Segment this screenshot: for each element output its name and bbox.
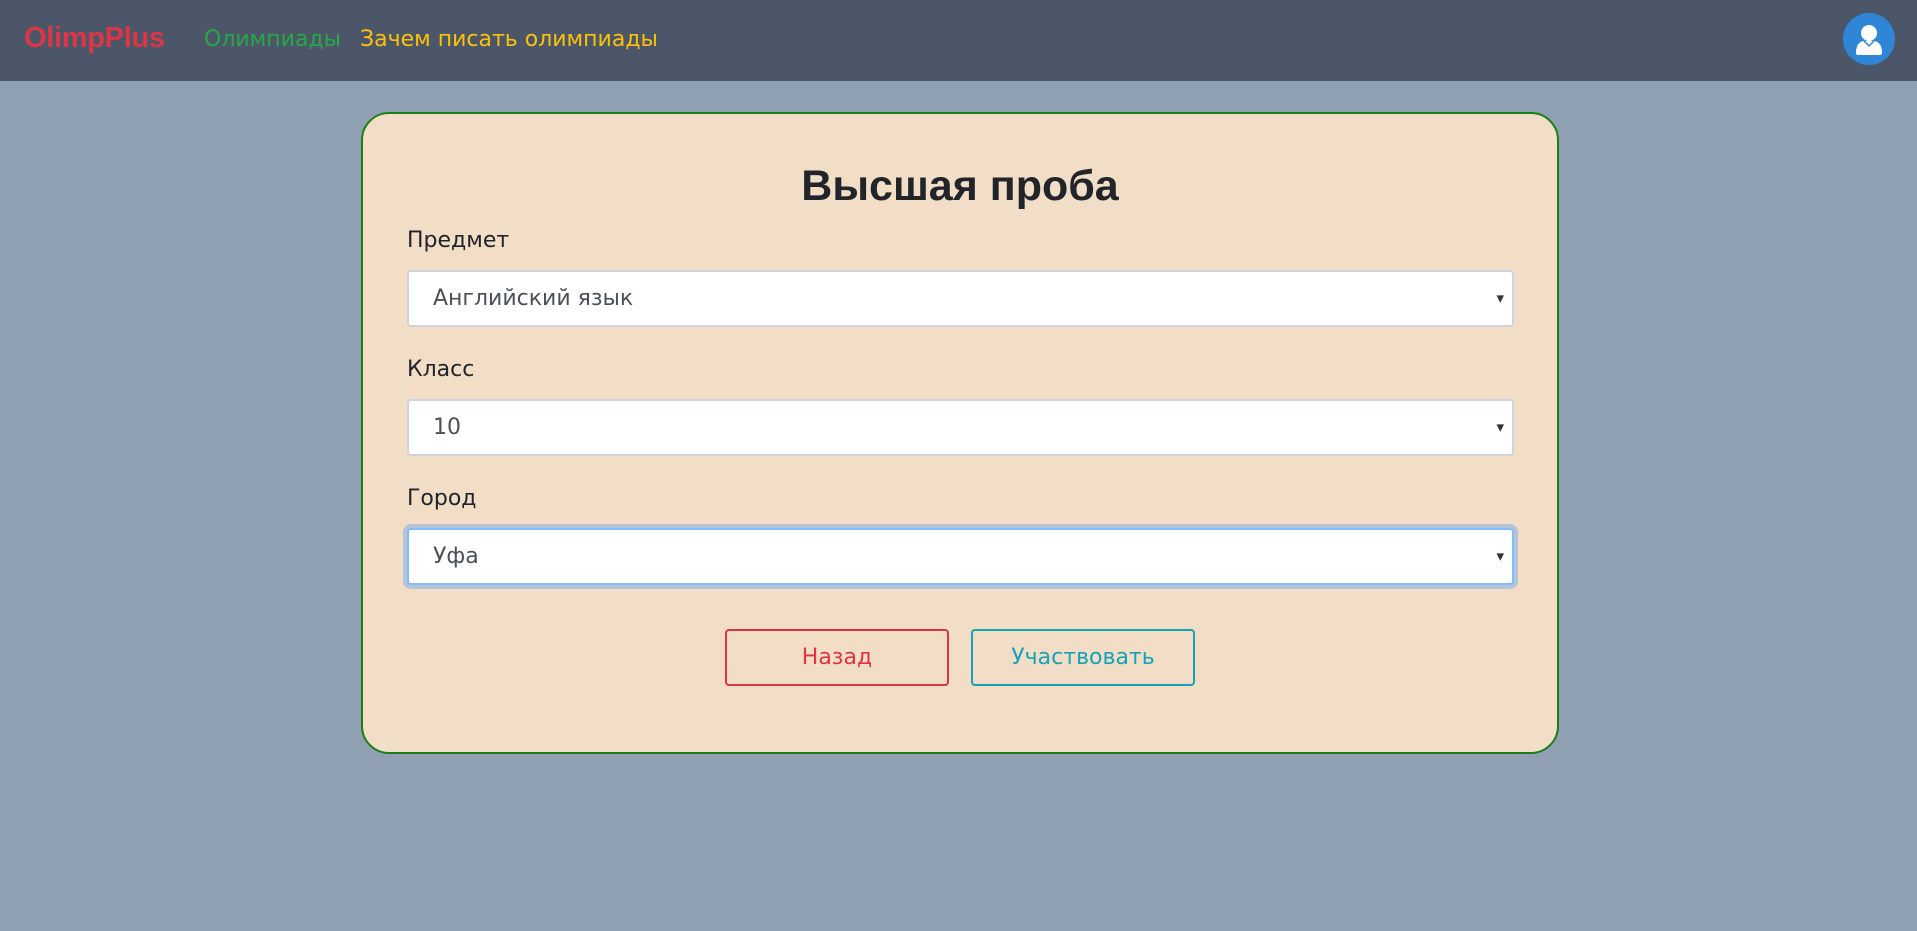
nav-link-why-write-olympiads[interactable]: Зачем писать олимпиады: [360, 27, 658, 52]
brand-logo-link[interactable]: OlimpPlus: [24, 22, 165, 55]
navbar: OlimpPlus Олимпиады Зачем писать олимпиа…: [0, 0, 1917, 81]
chevron-down-icon: ▾: [1496, 547, 1504, 565]
grade-select[interactable]: 10 ▾: [407, 399, 1514, 456]
grade-select-value: 10: [433, 415, 461, 440]
subject-label: Предмет: [407, 228, 510, 253]
user-avatar-button[interactable]: [1843, 13, 1895, 65]
form-title: Высшая проба: [801, 162, 1119, 210]
user-icon: [1856, 25, 1895, 65]
subject-select[interactable]: Английский язык ▾: [407, 270, 1514, 327]
subject-select-value: Английский язык: [433, 286, 634, 311]
grade-label: Класс: [407, 357, 475, 382]
nav-link-olympiads[interactable]: Олимпиады: [204, 27, 341, 52]
city-select-value: Уфа: [433, 544, 479, 569]
back-button[interactable]: Назад: [725, 629, 949, 686]
city-select[interactable]: Уфа ▾: [407, 528, 1514, 585]
chevron-down-icon: ▾: [1496, 289, 1504, 307]
olympiad-registration-card: Высшая проба Предмет Английский язык ▾ К…: [361, 112, 1559, 754]
participate-button[interactable]: Участвовать: [971, 629, 1195, 686]
city-label: Город: [407, 486, 477, 511]
chevron-down-icon: ▾: [1496, 418, 1504, 436]
